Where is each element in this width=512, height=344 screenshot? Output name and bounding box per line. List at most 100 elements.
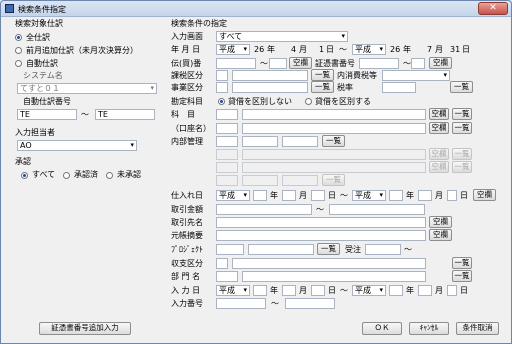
radio-split[interactable]: [305, 98, 312, 105]
shoken-to[interactable]: [411, 58, 425, 69]
koza-empty-button[interactable]: 空欄: [429, 122, 449, 134]
year-from[interactable]: 26: [254, 45, 264, 55]
naibu-row4-a[interactable]: [242, 175, 278, 186]
input-day-to[interactable]: [447, 285, 457, 296]
approval-not-radio[interactable]: [106, 172, 113, 179]
month-to[interactable]: 7: [427, 45, 432, 55]
kamoku-list-button[interactable]: 一覧: [452, 108, 472, 120]
screen-select[interactable]: すべて: [216, 31, 348, 42]
input-day-from[interactable]: [311, 285, 325, 296]
partner-input[interactable]: [216, 217, 426, 228]
input-year-from[interactable]: [253, 285, 267, 296]
auto-number-from[interactable]: TE: [17, 109, 77, 120]
era-to-select[interactable]: 平成: [352, 44, 386, 55]
shiire-empty-button[interactable]: 空欄: [473, 189, 496, 201]
close-button[interactable]: ✕: [478, 2, 508, 15]
shushi-code[interactable]: [216, 258, 228, 269]
approval-done-radio[interactable]: [63, 172, 70, 179]
amount-from[interactable]: [216, 204, 312, 215]
project-list-button[interactable]: 一覧: [317, 243, 340, 255]
naibu-code2[interactable]: [242, 136, 278, 147]
month-from[interactable]: 4: [291, 45, 296, 55]
project-name[interactable]: [248, 244, 314, 255]
system-select[interactable]: てすと０１: [17, 83, 157, 94]
input-era-to[interactable]: 平成: [352, 285, 386, 296]
kamoku-name[interactable]: [242, 109, 426, 120]
jyuchu-from[interactable]: [365, 244, 401, 255]
shoken-empty-button[interactable]: 空欄: [429, 57, 452, 69]
uchi-select[interactable]: [382, 70, 450, 81]
jigyo-list-button[interactable]: 一覧: [311, 81, 334, 93]
input-number-from[interactable]: [216, 298, 266, 309]
naibu-row3-list-button[interactable]: 一覧: [452, 161, 472, 173]
cancel-button[interactable]: ｷｬﾝｾﾙ: [409, 322, 449, 335]
radio-auto[interactable]: [15, 60, 22, 67]
input-month-from[interactable]: [282, 285, 296, 296]
input-year-to[interactable]: [389, 285, 403, 296]
shiire-era-to[interactable]: 平成: [352, 190, 386, 201]
shoken-from[interactable]: [359, 58, 399, 69]
bumon-name[interactable]: [242, 271, 426, 282]
radio-prev-month[interactable]: [15, 47, 22, 54]
naibu-row2-name[interactable]: [242, 149, 426, 160]
koza-name[interactable]: [242, 123, 426, 134]
denpyo-to[interactable]: [269, 58, 287, 69]
naibu-code1[interactable]: [216, 136, 238, 147]
clear-conditions-button[interactable]: 条件取消: [456, 322, 499, 335]
shiire-year-from[interactable]: [253, 190, 267, 201]
era-from-select[interactable]: 平成: [216, 44, 250, 55]
naibu-row4-list-button[interactable]: 一覧: [322, 174, 345, 186]
kazei-list-button[interactable]: 一覧: [311, 69, 334, 81]
shiire-year-to[interactable]: [389, 190, 403, 201]
bumon-list-button[interactable]: 一覧: [452, 270, 472, 282]
naibu-row3-code[interactable]: [216, 162, 238, 173]
bumon-code[interactable]: [216, 271, 238, 282]
day-to[interactable]: 31: [450, 45, 460, 55]
memo-input[interactable]: [216, 230, 426, 241]
naibu-code3[interactable]: [282, 136, 318, 147]
partner-empty-button[interactable]: 空欄: [429, 216, 452, 228]
input-person-select[interactable]: AO: [17, 140, 137, 151]
denpyo-empty-button[interactable]: 空欄: [289, 57, 312, 69]
kamoku-empty-button[interactable]: 空欄: [429, 108, 449, 120]
shiire-era-from[interactable]: 平成: [216, 190, 250, 201]
shiire-month-from[interactable]: [282, 190, 296, 201]
naibu-row4-b[interactable]: [282, 175, 318, 186]
shushi-list-button[interactable]: 一覧: [452, 257, 472, 269]
input-number-to[interactable]: [285, 298, 335, 309]
koza-code[interactable]: [216, 123, 238, 134]
naibu-row4-code[interactable]: [216, 175, 238, 186]
input-era-from[interactable]: 平成: [216, 285, 250, 296]
memo-empty-button[interactable]: 空欄: [429, 229, 452, 241]
jigyo-code[interactable]: [216, 82, 228, 93]
zeiritsu-input[interactable]: [382, 82, 416, 93]
shiire-day-to[interactable]: [447, 190, 457, 201]
naibu-row2-code[interactable]: [216, 149, 238, 160]
zeiritsu-list-button[interactable]: 一覧: [450, 81, 473, 93]
add-voucher-button[interactable]: 証憑書番号追加入力: [39, 322, 131, 335]
jigyo-name[interactable]: [232, 82, 308, 93]
radio-all-entries[interactable]: [15, 34, 22, 41]
radio-no-split[interactable]: [218, 98, 225, 105]
kamoku-code[interactable]: [216, 109, 238, 120]
koza-list-button[interactable]: 一覧: [452, 122, 472, 134]
project-code[interactable]: [216, 244, 244, 255]
ok-button[interactable]: ＯＫ: [362, 322, 402, 335]
naibu-row2-empty-button[interactable]: 空欄: [429, 148, 449, 160]
naibu-row2-list-button[interactable]: 一覧: [452, 148, 472, 160]
shiire-month-to[interactable]: [418, 190, 432, 201]
denpyo-from[interactable]: [216, 58, 256, 69]
amount-to[interactable]: [329, 204, 425, 215]
shushi-name[interactable]: [232, 258, 426, 269]
shiire-day-from[interactable]: [311, 190, 325, 201]
kazei-code[interactable]: [216, 70, 228, 81]
naibu-row3-name[interactable]: [242, 162, 426, 173]
auto-number-to[interactable]: TE: [95, 109, 155, 120]
naibu-row3-empty-button[interactable]: 空欄: [429, 161, 449, 173]
naibu-list-button[interactable]: 一覧: [322, 135, 345, 147]
day-from[interactable]: 1: [319, 45, 324, 55]
input-month-to[interactable]: [418, 285, 432, 296]
year-to[interactable]: 26: [390, 45, 400, 55]
approval-all-radio[interactable]: [21, 172, 28, 179]
kazei-name[interactable]: [232, 70, 308, 81]
